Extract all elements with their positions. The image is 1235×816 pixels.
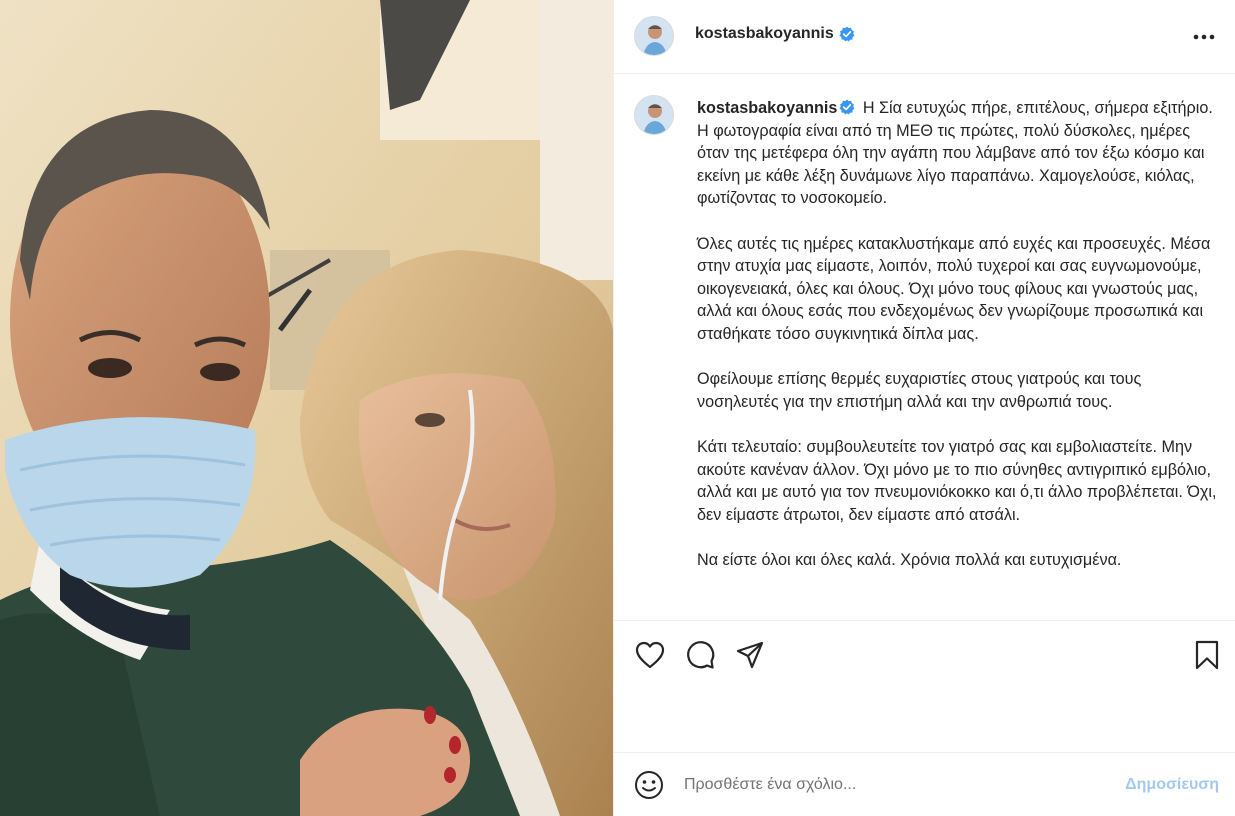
author-username[interactable]: kostasbakoyannis (695, 25, 834, 43)
emoji-icon[interactable] (634, 770, 664, 800)
post-comment-button[interactable]: Δημοσίευση (1125, 776, 1219, 794)
verified-badge-icon (839, 99, 855, 115)
post-header: kostasbakoyannis (614, 0, 1235, 74)
more-horizontal-icon[interactable] (1192, 25, 1216, 49)
post-side-panel: kostasbakoyannis kostasbakoyannis Η Σία … (613, 0, 1235, 816)
share-icon[interactable] (734, 639, 766, 671)
verified-badge-icon (839, 26, 855, 42)
post-photo[interactable] (0, 0, 613, 816)
caption-body: kostasbakoyannis Η Σία ευτυχώς πήρε, επι… (697, 97, 1217, 571)
add-comment-bar: Δημοσίευση (614, 752, 1235, 816)
comment-input[interactable] (684, 771, 1104, 799)
heart-icon[interactable] (634, 639, 666, 671)
action-bar (614, 620, 1235, 686)
avatar[interactable] (634, 16, 674, 56)
selfie-photo (0, 0, 613, 816)
caption-username[interactable]: kostasbakoyannis (697, 99, 837, 117)
comment-icon[interactable] (684, 639, 716, 671)
comments-scroll-area[interactable]: kostasbakoyannis Η Σία ευτυχώς πήρε, επι… (614, 75, 1235, 620)
caption-text: Η Σία ευτυχώς πήρε, επιτέλους, σήμερα εξ… (697, 99, 1217, 569)
bookmark-icon[interactable] (1191, 639, 1223, 671)
caption-avatar[interactable] (634, 95, 674, 135)
